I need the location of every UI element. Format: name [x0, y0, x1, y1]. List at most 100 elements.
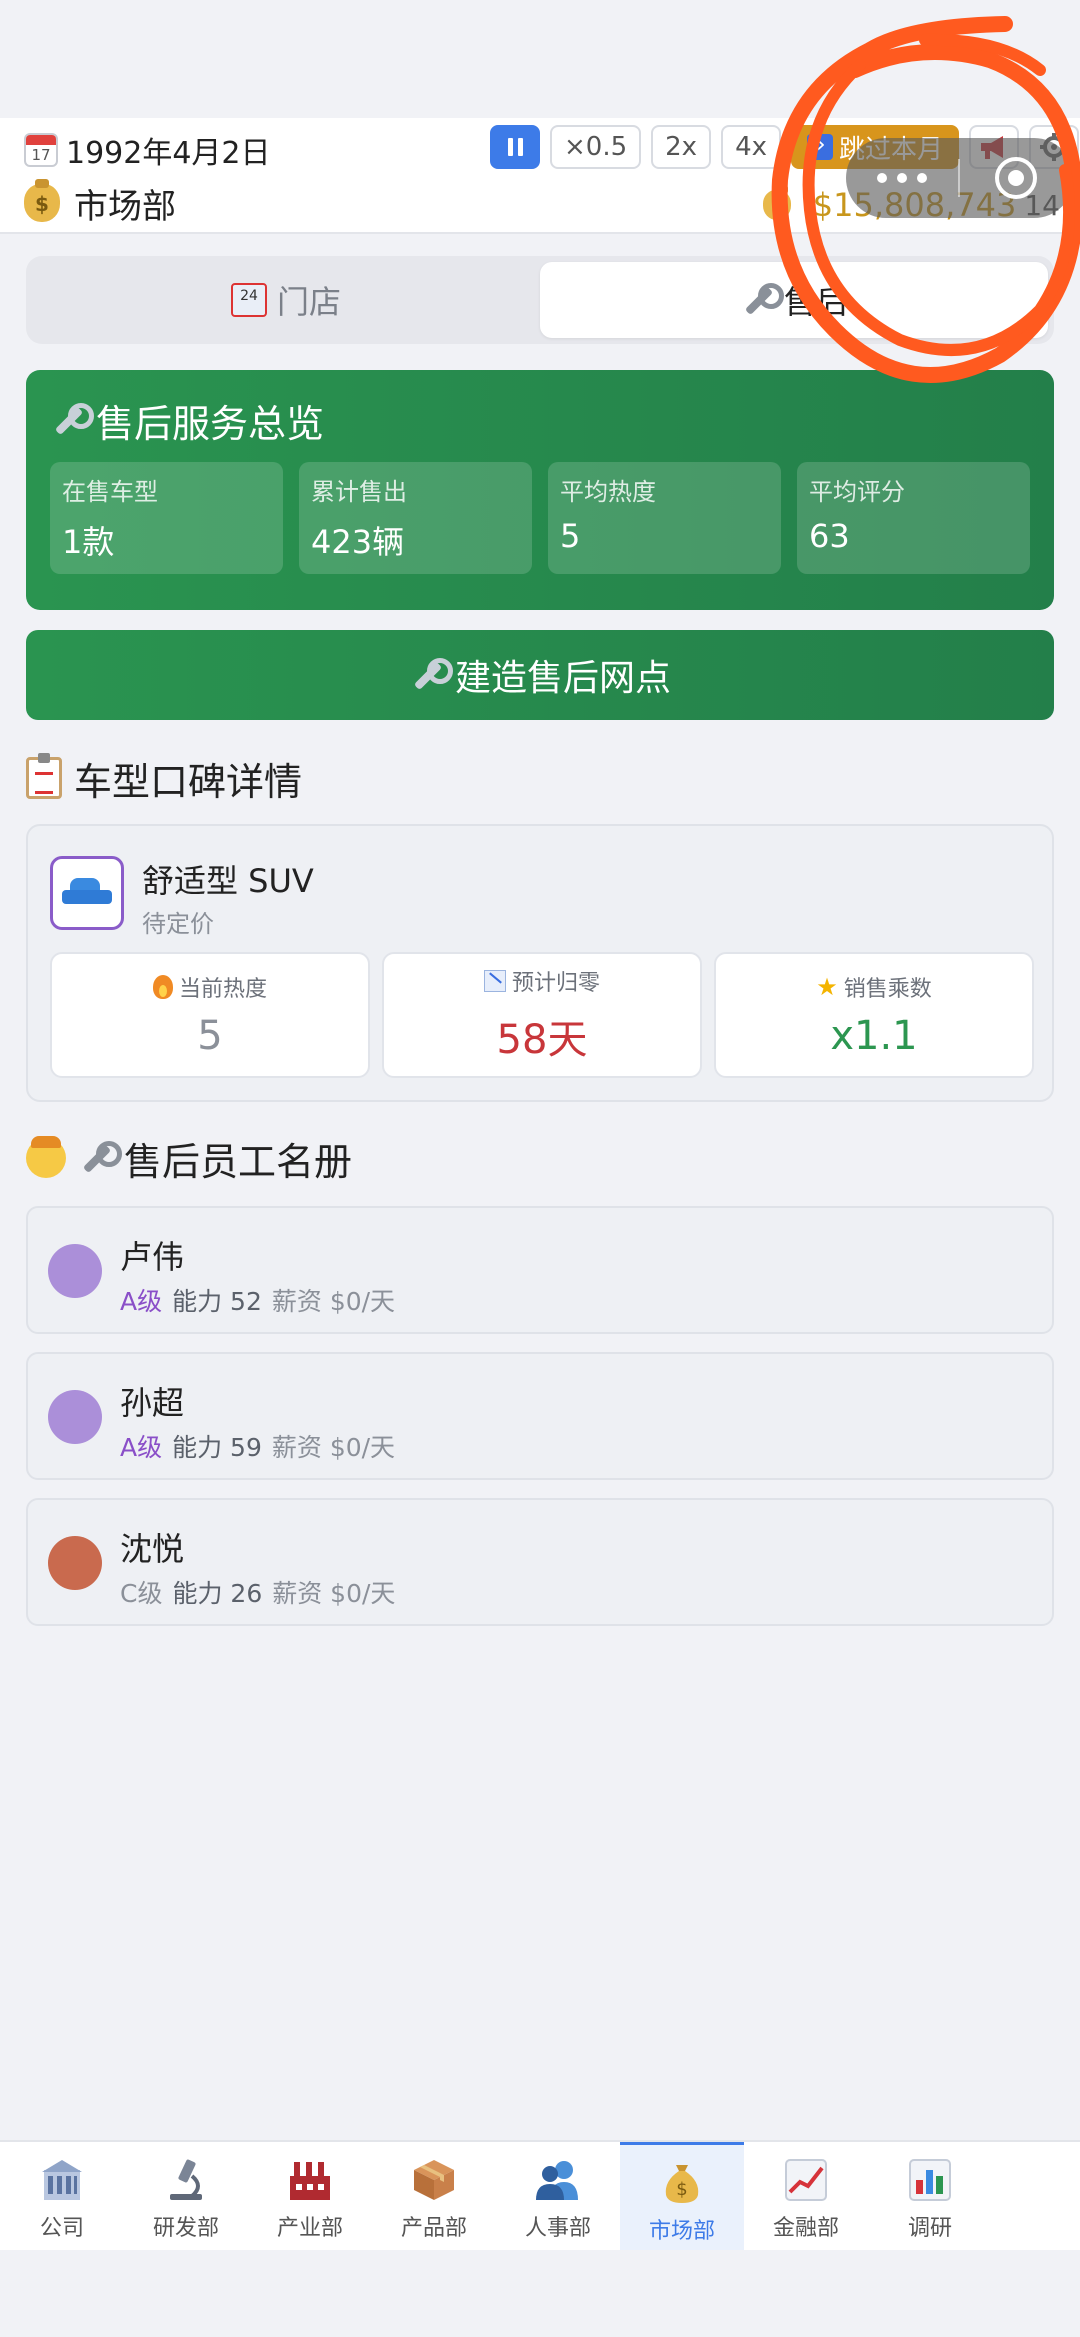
staff-meta: A级 能力 59 薪资 $0/天 — [120, 1428, 395, 1464]
staff-meta: C级 能力 26 薪资 $0/天 — [120, 1574, 395, 1610]
stat-value: 63 — [809, 517, 850, 555]
speed-4x-button[interactable]: 4x — [721, 125, 782, 169]
car-model-name: 舒适型 SUV — [142, 862, 314, 900]
people-icon — [536, 2161, 578, 2200]
calendar-icon-day: 17 — [31, 146, 51, 164]
nav-research[interactable]: 调研 — [868, 2142, 992, 2250]
more-menu-button[interactable] — [846, 173, 958, 183]
staff-ability: 能力 59 — [172, 1433, 262, 1462]
nav-finance[interactable]: 金融部 — [744, 2142, 868, 2250]
money-bag-icon: $ — [665, 2165, 699, 2203]
stat-value: 1款 — [62, 523, 115, 561]
staff-name: 沈悦 — [120, 1530, 185, 1568]
flame-icon — [152, 975, 173, 999]
build-service-outlet-button[interactable]: 建造售后网点 — [26, 630, 1054, 720]
segmented-tabs: 门店 售后 — [26, 256, 1054, 344]
money-bag-icon: $ — [762, 185, 791, 220]
factory-icon — [290, 2162, 330, 2200]
car-stats: 当前热度 5 预计归零 58天 ★ 销售乘数 x1.1 — [50, 952, 1034, 1078]
department-row: $ 市场部 — [24, 178, 176, 228]
nav-industry[interactable]: 产业部 — [248, 2142, 372, 2250]
date-row: 17 1992年4月2日 — [24, 126, 271, 174]
clipboard-icon — [26, 753, 62, 799]
bar-chart-icon — [909, 2159, 951, 2201]
stat-label-row: ★ 销售乘数 — [816, 971, 932, 1003]
calendar-icon: 17 — [24, 133, 58, 167]
staff-section-title: 售后员工名册 — [124, 1139, 353, 1184]
nav-label: 市场部 — [648, 2219, 715, 2244]
wrench-icon — [740, 283, 784, 317]
wrench-icon — [50, 403, 94, 437]
stat-value: 423辆 — [311, 523, 405, 561]
staff-salary: 薪资 $0/天 — [271, 1287, 396, 1316]
nav-label: 公司 — [39, 2216, 84, 2241]
tab-store[interactable]: 门店 — [32, 262, 540, 338]
tab-store-label: 门店 — [276, 283, 341, 321]
nav-product[interactable]: 产品部 — [372, 2142, 496, 2250]
stat-avg-rating: 平均评分 63 — [797, 462, 1030, 574]
staff-meta: A级 能力 52 薪资 $0/天 — [120, 1282, 395, 1318]
reputation-section-title: 车型口碑详情 — [74, 759, 303, 804]
nav-label: 调研 — [907, 2216, 952, 2241]
stat-label: 当前热度 — [178, 977, 267, 1002]
staff-name: 卢伟 — [120, 1238, 185, 1276]
stat-value: x1.1 — [830, 1013, 918, 1059]
staff-grade: C级 — [120, 1579, 163, 1608]
building-icon — [42, 2160, 82, 2200]
person-icon — [26, 1136, 66, 1178]
nav-company[interactable]: 公司 — [0, 2142, 124, 2250]
car-model-price: 待定价 — [142, 910, 214, 938]
chart-down-icon — [483, 970, 506, 992]
miniprogram-capsule — [846, 138, 1074, 218]
speed-half-button[interactable]: ×0.5 — [550, 125, 642, 169]
pause-button[interactable] — [490, 125, 540, 169]
staff-salary: 薪资 $0/天 — [272, 1579, 396, 1608]
game-date: 1992年4月2日 — [66, 136, 271, 171]
nav-hr[interactable]: 人事部 — [496, 2142, 620, 2250]
wrench-icon — [409, 658, 453, 692]
stat-avg-heat: 平均热度 5 — [548, 462, 781, 574]
nav-label: 金融部 — [772, 2216, 839, 2241]
car-icon — [62, 878, 112, 908]
close-miniprogram-button[interactable] — [960, 157, 1072, 199]
stat-label-row: 当前热度 — [152, 971, 267, 1003]
speed-2x-button[interactable]: 2x — [651, 125, 712, 169]
avatar — [48, 1244, 102, 1298]
overview-title: 售后服务总览 — [50, 392, 1030, 448]
after-sales-overview-card: 售后服务总览 在售车型 1款 累计售出 423辆 平均热度 5 平均评分 63 — [26, 370, 1054, 610]
nav-rnd[interactable]: 研发部 — [124, 2142, 248, 2250]
stat-models-on-sale: 在售车型 1款 — [50, 462, 283, 574]
microscope-icon — [170, 2159, 202, 2200]
chart-up-icon — [785, 2159, 827, 2201]
stat-days-to-zero: 预计归零 58天 — [382, 952, 702, 1078]
nav-label: 研发部 — [152, 2216, 219, 2241]
overview-stats: 在售车型 1款 累计售出 423辆 平均热度 5 平均评分 63 — [50, 462, 1030, 574]
wrench-icon — [78, 1141, 122, 1175]
staff-grade: A级 — [120, 1433, 163, 1462]
nav-label: 人事部 — [524, 2216, 591, 2241]
overview-title-text: 售后服务总览 — [96, 401, 325, 446]
car-model-card: 舒适型 SUV 待定价 当前热度 5 预计归零 58天 ★ 销售乘数 x1.1 — [26, 824, 1054, 1102]
stat-value: 5 — [197, 1013, 223, 1059]
stat-label: 销售乘数 — [843, 977, 932, 1002]
reputation-section-header: 车型口碑详情 — [26, 748, 302, 808]
stat-label: 平均评分 — [809, 478, 905, 506]
staff-ability: 能力 26 — [172, 1579, 263, 1608]
bottom-navigation: 公司 研发部 产业部 产品部 人事部 $ 市场部 金融部 调研 — [0, 2140, 1080, 2250]
store-24-icon — [230, 283, 267, 317]
tab-after-sales[interactable]: 售后 — [540, 262, 1048, 338]
nav-marketing[interactable]: $ 市场部 — [620, 2142, 744, 2250]
staff-row[interactable]: 孙超 A级 能力 59 薪资 $0/天 — [26, 1352, 1054, 1480]
money-bag-icon: $ — [24, 179, 60, 222]
staff-row[interactable]: 沈悦 C级 能力 26 薪资 $0/天 — [26, 1498, 1054, 1626]
staff-row[interactable]: 卢伟 A级 能力 52 薪资 $0/天 — [26, 1206, 1054, 1334]
fast-forward-icon — [807, 130, 834, 160]
stat-value: 5 — [560, 517, 581, 555]
nav-label: 产业部 — [276, 2216, 343, 2241]
staff-grade: A级 — [120, 1287, 163, 1316]
money-bag-icon-symbol: $ — [35, 192, 49, 216]
avatar — [48, 1390, 102, 1444]
stat-label-row: 预计归零 — [483, 965, 600, 997]
package-icon — [414, 2160, 454, 2200]
stat-sales-multiplier: ★ 销售乘数 x1.1 — [714, 952, 1034, 1078]
